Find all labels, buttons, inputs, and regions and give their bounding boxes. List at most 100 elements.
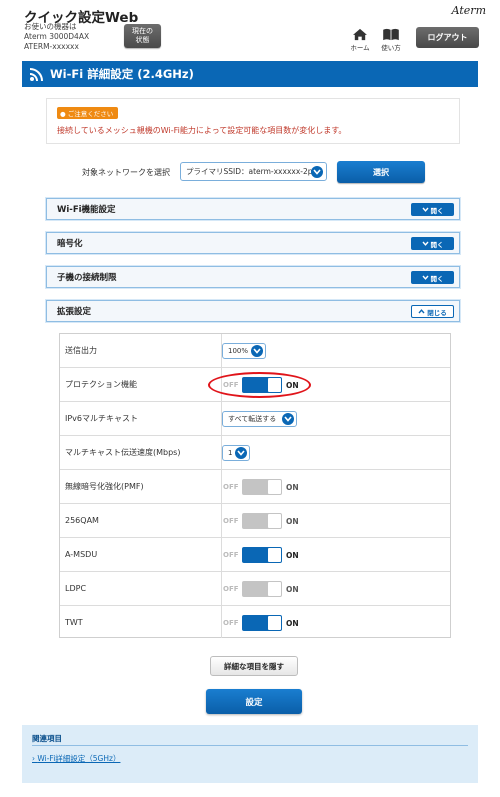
setting-row-256qam: 256QAM OFF ON xyxy=(60,504,450,538)
setting-row-pmf: 無線暗号化強化(PMF) OFF ON xyxy=(60,470,450,504)
setting-label: IPv6マルチキャスト xyxy=(60,402,222,435)
wifi-icon xyxy=(29,68,43,82)
related-title: 関連項目 xyxy=(32,734,62,743)
toggle-off-label: OFF xyxy=(223,517,239,525)
multicast-rate-select[interactable]: 1 xyxy=(222,445,250,461)
chevron-down-icon xyxy=(235,447,247,459)
home-icon xyxy=(353,28,367,41)
setting-label: マルチキャスト伝送速度(Mbps) xyxy=(60,436,222,469)
section-client-limit[interactable]: 子機の接続制限 開く xyxy=(46,266,460,288)
device-ssid: ATERM-xxxxxx xyxy=(24,42,79,51)
section-title: Wi-Fi機能設定 xyxy=(57,205,116,215)
setting-row-amsdu: A-MSDU OFF ON xyxy=(60,538,450,572)
toggle-on-label: ON xyxy=(286,584,299,594)
setting-row-ldpc: LDPC OFF ON xyxy=(60,572,450,606)
notice-badge: ● ご注意ください xyxy=(57,107,119,119)
status-button-line2: 状態 xyxy=(135,36,150,44)
save-button[interactable]: 設定 xyxy=(206,689,302,714)
expand-label: 開く xyxy=(430,240,444,249)
device-model: Aterm 3000D4AX xyxy=(24,32,90,41)
setting-label: プロテクション機能 xyxy=(60,368,222,401)
toggle-off-label: OFF xyxy=(223,483,239,491)
collapse-label: 閉じる xyxy=(427,308,447,317)
section-wifi-function[interactable]: Wi-Fi機能設定 開く xyxy=(46,198,460,220)
page-title: Wi-Fi 詳細設定 (2.4GHz) xyxy=(50,67,194,81)
network-select-value: プライマリSSID：aterm-xxxxxx-2p xyxy=(186,167,313,176)
chevron-up-icon xyxy=(418,309,425,314)
toggle-on-label: ON xyxy=(286,618,299,628)
setting-row-multicast-rate: マルチキャスト伝送速度(Mbps) 1 xyxy=(60,436,450,470)
twt-toggle[interactable]: OFF ON xyxy=(223,615,299,631)
setting-label: 256QAM xyxy=(60,504,222,537)
toggle-off-label: OFF xyxy=(223,619,239,627)
setting-label: 無線暗号化強化(PMF) xyxy=(60,470,222,503)
status-button-line1: 現在の xyxy=(132,27,153,35)
setting-row-tx-power: 送信出力 100% xyxy=(60,334,450,368)
network-select[interactable]: プライマリSSID：aterm-xxxxxx-2p xyxy=(180,162,327,181)
notice-text: 接続しているメッシュ親機のWi-Fi能力によって設定可能な項目数が変化します。 xyxy=(57,126,347,135)
chevron-down-icon xyxy=(311,166,323,178)
aterm-logo: Aterm xyxy=(451,4,486,17)
section-encryption[interactable]: 暗号化 開く xyxy=(46,232,460,254)
home-button[interactable]: ホーム xyxy=(348,28,372,52)
chevron-down-icon xyxy=(421,207,429,212)
network-select-label: 対象ネットワークを選択 xyxy=(82,168,170,177)
expand-button[interactable]: 開く xyxy=(411,237,454,250)
expand-label: 開く xyxy=(430,274,444,283)
toggle-on-label: ON xyxy=(286,482,299,492)
section-title: 暗号化 xyxy=(57,239,83,249)
section-title: 子機の接続制限 xyxy=(57,273,117,283)
toggle-track[interactable] xyxy=(242,513,282,529)
toggle-track[interactable] xyxy=(242,615,282,631)
toggle-track[interactable] xyxy=(242,547,282,563)
notice-info-icon: ● xyxy=(60,110,66,118)
book-icon xyxy=(383,28,399,41)
toggle-on-label: ON xyxy=(286,516,299,526)
toggle-track[interactable] xyxy=(242,581,282,597)
chevron-down-icon xyxy=(282,413,294,425)
setting-row-ipv6-multicast: IPv6マルチキャスト すべて転送する xyxy=(60,402,450,436)
expand-button[interactable]: 開く xyxy=(411,203,454,216)
select-value: 100% xyxy=(228,347,249,355)
related-divider xyxy=(32,745,468,746)
ipv6-multicast-select[interactable]: すべて転送する xyxy=(222,411,297,427)
bullet-icon: › xyxy=(32,754,35,763)
toggle-off-label: OFF xyxy=(223,551,239,559)
hide-details-button[interactable]: 詳細な項目を隠す xyxy=(210,656,298,676)
setting-label: 送信出力 xyxy=(60,334,222,367)
tx-power-select[interactable]: 100% xyxy=(222,343,266,359)
select-value: 1 xyxy=(228,449,233,457)
notice-box: ● ご注意ください 接続しているメッシュ親機のWi-Fi能力によって設定可能な項… xyxy=(46,98,460,144)
select-network-button[interactable]: 選択 xyxy=(337,161,425,183)
device-info: お使いの機器は Aterm 3000D4AX ATERM-xxxxxx xyxy=(24,22,89,52)
page-title-bar: Wi-Fi 詳細設定 (2.4GHz) xyxy=(22,61,478,87)
setting-label: A-MSDU xyxy=(60,538,222,571)
expand-button[interactable]: 開く xyxy=(411,271,454,284)
section-extended[interactable]: 拡張設定 閉じる xyxy=(46,300,460,322)
toggle-track[interactable] xyxy=(242,479,282,495)
collapse-button[interactable]: 閉じる xyxy=(411,305,454,318)
select-value: すべて転送する xyxy=(228,415,277,423)
related-link-5ghz[interactable]: › Wi-Fi詳細設定（5GHz） xyxy=(32,753,120,764)
help-button[interactable]: 使い方 xyxy=(379,28,403,52)
device-info-line: お使いの機器は xyxy=(24,22,77,31)
related-items-box: 関連項目 › Wi-Fi詳細設定（5GHz） xyxy=(22,725,478,783)
expand-label: 開く xyxy=(430,206,444,215)
setting-label: TWT xyxy=(60,606,222,638)
amsdu-toggle[interactable]: OFF ON xyxy=(223,547,299,563)
logout-button[interactable]: ログアウト xyxy=(416,27,479,48)
ldpc-toggle[interactable]: OFF ON xyxy=(223,581,299,597)
section-title: 拡張設定 xyxy=(57,307,92,317)
toggle-on-label: ON xyxy=(286,550,299,560)
pmf-toggle[interactable]: OFF ON xyxy=(223,479,299,495)
toggle-off-label: OFF xyxy=(223,585,239,593)
home-label: ホーム xyxy=(350,44,370,52)
current-status-button[interactable]: 現在の 状態 xyxy=(124,24,161,48)
help-label: 使い方 xyxy=(381,44,401,52)
related-link-text: Wi-Fi詳細設定（5GHz） xyxy=(37,754,121,763)
256qam-toggle[interactable]: OFF ON xyxy=(223,513,299,529)
chevron-down-icon xyxy=(421,275,429,280)
highlight-ellipse xyxy=(208,372,311,398)
chevron-down-icon xyxy=(251,345,263,357)
notice-badge-text: ご注意ください xyxy=(67,110,114,118)
